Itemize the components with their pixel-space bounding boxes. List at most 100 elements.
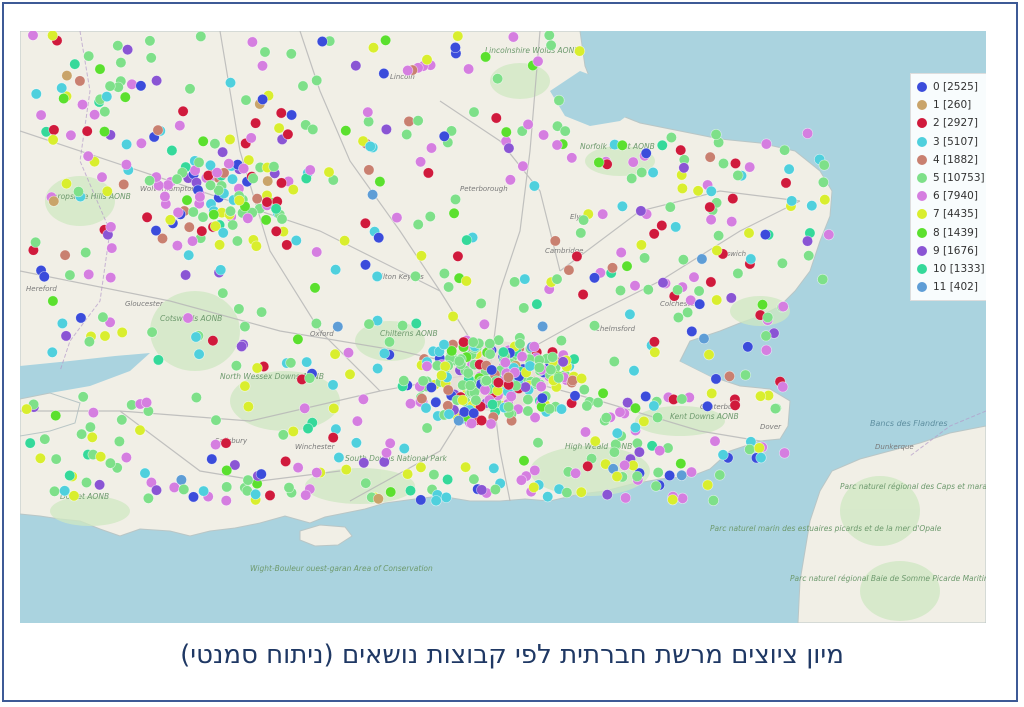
tweet-point[interactable] — [357, 393, 369, 405]
tweet-point[interactable] — [50, 410, 62, 422]
tweet-point[interactable] — [105, 272, 117, 284]
tweet-point[interactable] — [233, 303, 245, 315]
tweet-point[interactable] — [380, 34, 392, 46]
tweet-point[interactable] — [48, 195, 60, 207]
tweet-point[interactable] — [227, 173, 239, 185]
tweet-point[interactable] — [458, 336, 470, 348]
tweet-point[interactable] — [182, 312, 194, 324]
tweet-point[interactable] — [468, 407, 480, 419]
tweet-point[interactable] — [371, 270, 383, 282]
tweet-point[interactable] — [481, 374, 493, 386]
tweet-point[interactable] — [242, 401, 254, 413]
tweet-point[interactable] — [528, 481, 540, 493]
tweet-point[interactable] — [656, 139, 668, 151]
tweet-point[interactable] — [488, 462, 500, 474]
tweet-point[interactable] — [359, 259, 371, 271]
tweet-point[interactable] — [676, 182, 688, 194]
tweet-point[interactable] — [233, 194, 245, 206]
tweet-point[interactable] — [678, 162, 690, 174]
tweet-point[interactable] — [401, 129, 413, 141]
tweet-point[interactable] — [142, 492, 154, 504]
tweet-point[interactable] — [398, 442, 410, 454]
tweet-point[interactable] — [299, 402, 311, 414]
tweet-point[interactable] — [221, 481, 233, 493]
tweet-point[interactable] — [688, 271, 700, 283]
tweet-point[interactable] — [744, 443, 756, 455]
tweet-point[interactable] — [236, 340, 248, 352]
tweet-point[interactable] — [624, 308, 636, 320]
tweet-point[interactable] — [340, 464, 352, 476]
tweet-point[interactable] — [246, 36, 258, 48]
tweet-point[interactable] — [404, 485, 416, 497]
tweet-point[interactable] — [551, 139, 563, 151]
tweet-point[interactable] — [425, 142, 437, 154]
tweet-point[interactable] — [139, 467, 151, 479]
tweet-point[interactable] — [475, 297, 487, 309]
tweet-point[interactable] — [290, 235, 302, 247]
tweet-point[interactable] — [280, 455, 292, 467]
tweet-point[interactable] — [398, 375, 410, 387]
tweet-point[interactable] — [675, 144, 687, 156]
tweet-point[interactable] — [533, 362, 545, 374]
tweet-point[interactable] — [145, 52, 157, 64]
tweet-point[interactable] — [629, 280, 641, 292]
tweet-point[interactable] — [231, 235, 243, 247]
legend-item[interactable]: 1 [260] — [917, 96, 983, 114]
tweet-point[interactable] — [415, 156, 427, 168]
tweet-point[interactable] — [46, 346, 58, 358]
tweet-point[interactable] — [372, 493, 384, 505]
tweet-point[interactable] — [384, 437, 396, 449]
tweet-point[interactable] — [86, 431, 98, 443]
tweet-point[interactable] — [27, 31, 39, 41]
tweet-point[interactable] — [101, 185, 113, 197]
tweet-point[interactable] — [273, 122, 285, 134]
tweet-point[interactable] — [443, 408, 455, 420]
tweet-point[interactable] — [120, 159, 132, 171]
tweet-point[interactable] — [597, 387, 609, 399]
tweet-point[interactable] — [367, 42, 379, 54]
tweet-point[interactable] — [65, 129, 77, 141]
tweet-point[interactable] — [460, 461, 472, 473]
tweet-point[interactable] — [555, 403, 567, 415]
tweet-point[interactable] — [141, 211, 153, 223]
tweet-point[interactable] — [120, 451, 132, 463]
tweet-point[interactable] — [629, 421, 641, 433]
tweet-point[interactable] — [58, 92, 70, 104]
tweet-point[interactable] — [181, 194, 193, 206]
tweet-point[interactable] — [270, 203, 282, 215]
legend-item[interactable]: 8 [1439] — [917, 224, 983, 242]
tweet-point[interactable] — [538, 129, 550, 141]
tweet-point[interactable] — [677, 254, 689, 266]
tweet-point[interactable] — [391, 212, 403, 224]
tweet-point[interactable] — [592, 397, 604, 409]
tweet-point[interactable] — [440, 491, 452, 503]
tweet-point[interactable] — [676, 393, 688, 405]
tweet-point[interactable] — [657, 277, 669, 289]
tweet-point[interactable] — [507, 31, 519, 43]
tweet-point[interactable] — [743, 227, 755, 239]
tweet-point[interactable] — [490, 112, 502, 124]
tweet-point[interactable] — [559, 125, 571, 137]
tweet-point[interactable] — [692, 185, 704, 197]
tweet-point[interactable] — [443, 281, 455, 293]
tweet-point[interactable] — [581, 400, 593, 412]
tweet-point[interactable] — [60, 330, 72, 342]
tweet-point[interactable] — [242, 474, 254, 486]
tweet-point[interactable] — [656, 220, 668, 232]
tweet-point[interactable] — [250, 488, 262, 500]
tweet-point[interactable] — [579, 426, 591, 438]
tweet-point[interactable] — [532, 437, 544, 449]
tweet-point[interactable] — [457, 394, 469, 406]
tweet-point[interactable] — [648, 400, 660, 412]
tweet-point[interactable] — [350, 437, 362, 449]
tweet-point[interactable] — [742, 341, 754, 353]
tweet-point[interactable] — [608, 446, 620, 458]
tweet-point[interactable] — [21, 403, 33, 415]
tweet-point[interactable] — [64, 269, 76, 281]
tweet-point[interactable] — [256, 306, 268, 318]
tweet-point[interactable] — [505, 390, 517, 402]
tweet-point[interactable] — [99, 330, 111, 342]
tweet-point[interactable] — [225, 205, 237, 217]
tweet-point[interactable] — [340, 125, 352, 137]
tweet-point[interactable] — [522, 118, 534, 130]
